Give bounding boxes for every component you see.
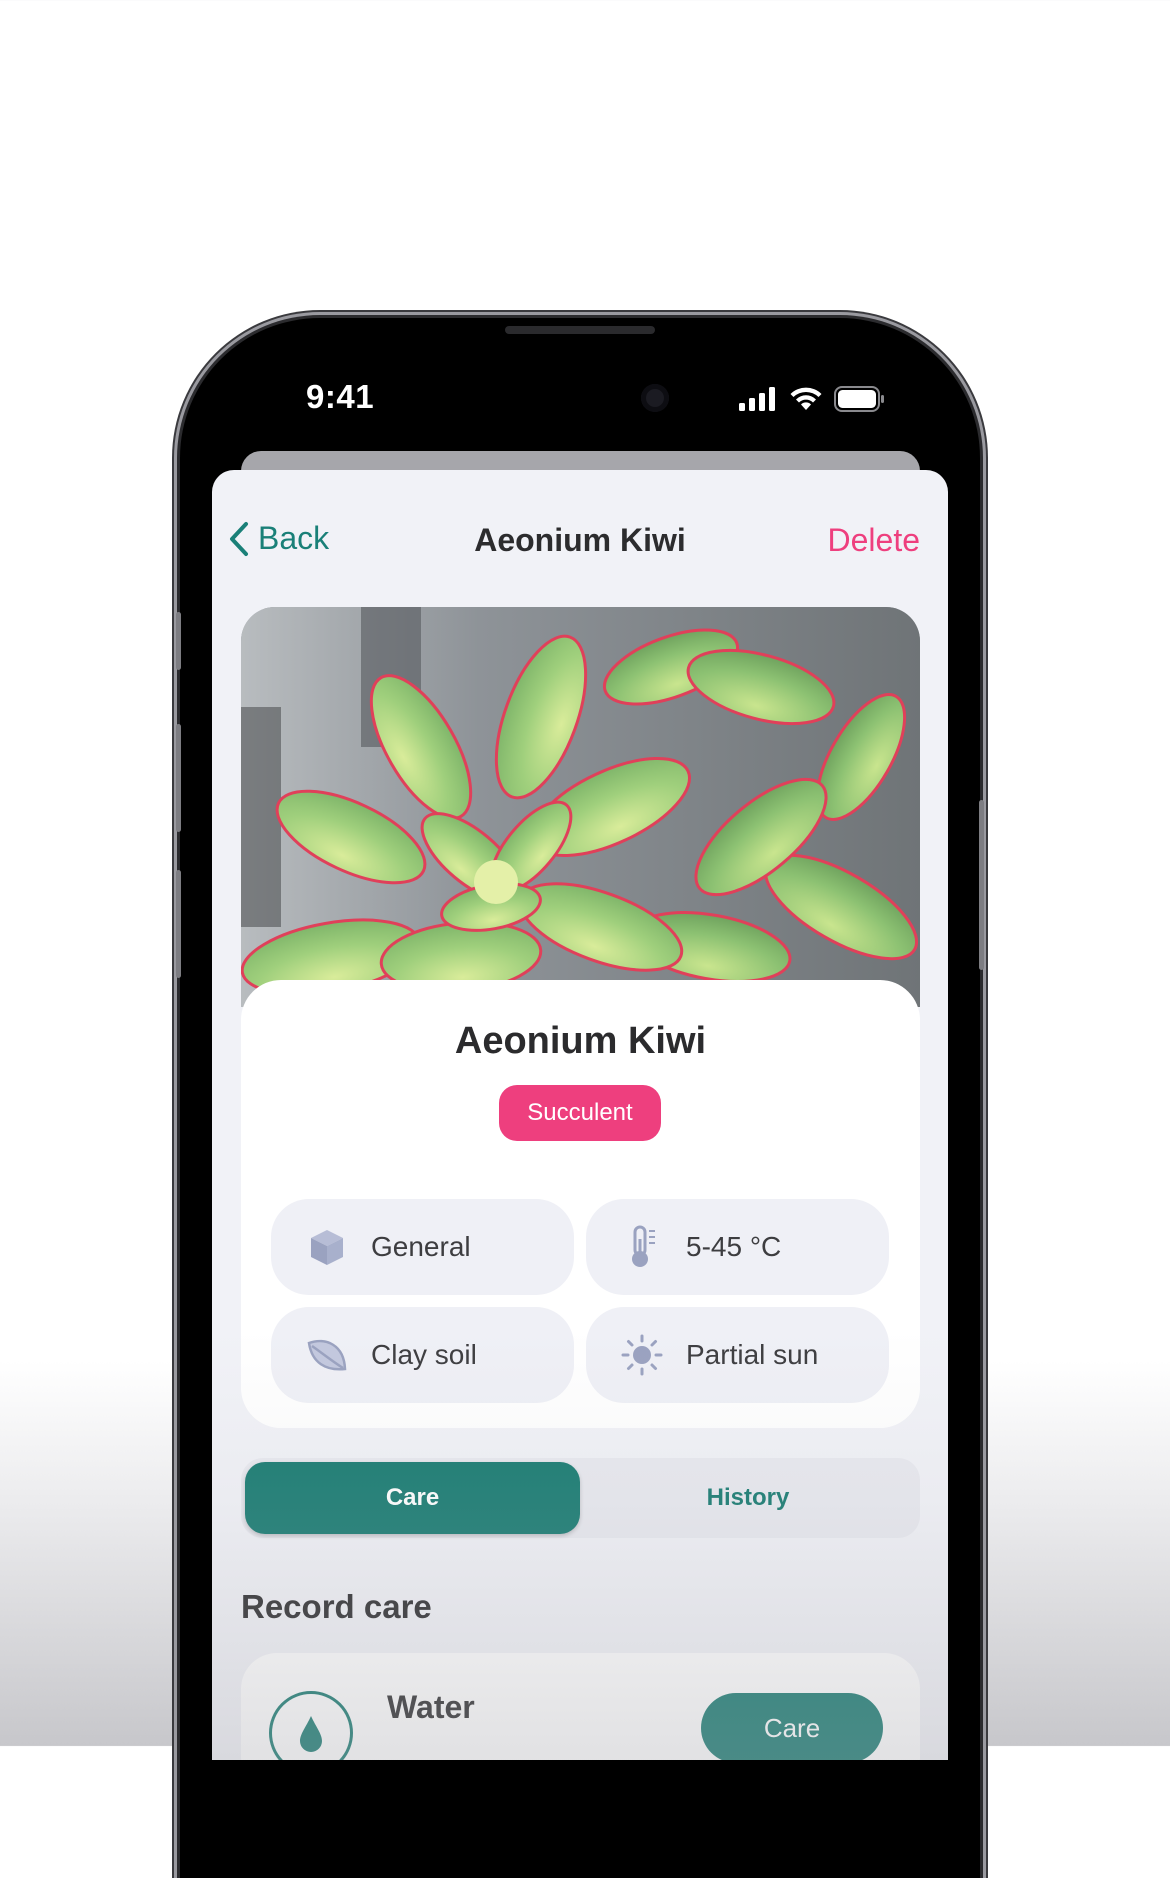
attribute-light: Partial sun <box>586 1307 889 1403</box>
care-item-water: Water Care <box>241 1653 920 1760</box>
power-button <box>979 800 984 970</box>
attribute-label: Clay soil <box>371 1339 477 1370</box>
plant-detail-screen: Back Aeonium Kiwi Delete Aeonium Kiwi Su… <box>212 470 948 1760</box>
cube-icon <box>305 1225 349 1269</box>
sun-icon <box>620 1333 664 1377</box>
status-time: 9:41 <box>306 378 375 415</box>
attribute-label: Partial sun <box>686 1339 819 1370</box>
plant-name: Aeonium Kiwi <box>454 1020 707 1062</box>
cellular-signal-icon <box>739 387 775 411</box>
navigation-bar: Back Aeonium Kiwi Delete <box>212 510 948 570</box>
tab-care[interactable]: Care <box>245 1462 580 1534</box>
attribute-general: General <box>271 1199 574 1295</box>
delete-button[interactable]: Delete <box>828 522 921 559</box>
water-drop-icon <box>269 1691 353 1760</box>
leaf-icon <box>305 1333 349 1377</box>
attribute-label: 5-45 °C <box>686 1231 782 1262</box>
category-badge: Succulent <box>499 1085 661 1141</box>
wifi-icon <box>790 387 822 410</box>
front-camera <box>641 384 669 412</box>
attribute-temperature: 5-45 °C <box>586 1199 889 1295</box>
section-title-record-care: Record care <box>241 1588 432 1625</box>
care-history-segmented-control: Care History <box>241 1458 920 1538</box>
care-item-label: Water <box>387 1689 475 1725</box>
battery-icon <box>834 386 884 412</box>
attribute-label: General <box>371 1231 471 1262</box>
status-icons <box>738 384 886 414</box>
succulent-image <box>241 607 920 1007</box>
speaker-grille <box>505 326 655 334</box>
volume-down-button <box>176 870 181 978</box>
attribute-soil: Clay soil <box>271 1307 574 1403</box>
action-button <box>176 612 181 670</box>
volume-up-button <box>176 724 181 832</box>
plant-info-card: Aeonium Kiwi Succulent General 5-45 °C C… <box>241 980 920 1428</box>
plant-photo <box>241 607 920 1007</box>
tab-history[interactable]: History <box>580 1462 916 1534</box>
thermometer-icon <box>620 1225 664 1269</box>
care-button[interactable]: Care <box>701 1693 883 1760</box>
